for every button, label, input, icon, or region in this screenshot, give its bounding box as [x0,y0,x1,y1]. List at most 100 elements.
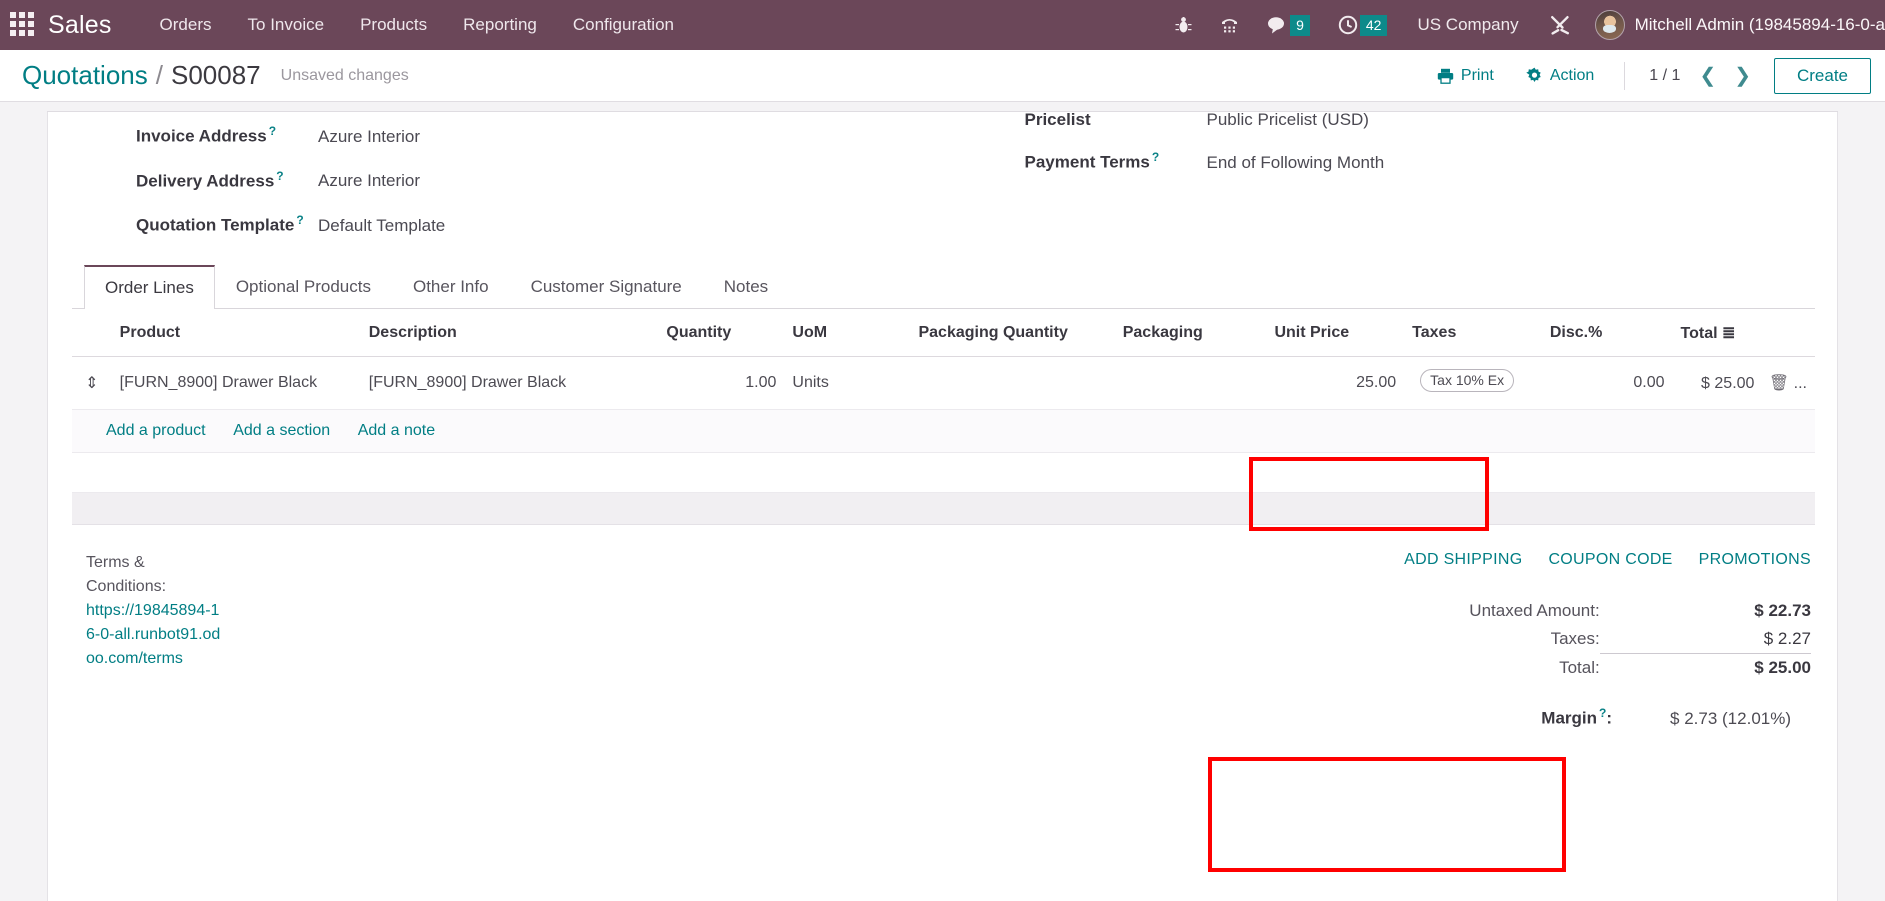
bug-icon[interactable] [1161,16,1206,35]
lines-empty-band [72,452,1815,493]
menu-orders[interactable]: Orders [142,15,230,35]
col-packaging-quantity[interactable]: Packaging Quantity [910,308,1115,357]
cell-taxes[interactable]: Tax 10% Ex [1404,356,1542,410]
promotions-button[interactable]: PROMOTIONS [1699,551,1811,569]
navbar-systray: 9 42 US Company Mitchell Admin (19845894… [1161,0,1885,50]
column-options-icon[interactable]: ≣ [1722,325,1735,342]
field-value-payment-terms[interactable]: End of Following Month [1207,153,1385,173]
totals-row-total: Total: $ 25.00 [1255,652,1811,682]
menu-reporting[interactable]: Reporting [445,15,555,35]
cell-quantity[interactable]: 1.00 [658,356,785,410]
field-value-pricelist[interactable]: Public Pricelist (USD) [1207,110,1369,130]
cell-unit-price[interactable]: 25.00 [1266,356,1405,410]
user-menu[interactable]: Mitchell Admin (19845894-16-0-a [1625,15,1885,35]
terms-url-link[interactable]: https://19845894-16-0-all.runbot91.odoo.… [86,599,222,671]
add-a-section-link[interactable]: Add a section [233,422,330,439]
sheet-top-edge [47,111,1838,112]
cell-uom[interactable]: Units [784,356,911,410]
pager-value: 1 / 1 [1649,66,1681,84]
trash-icon[interactable]: 🗑 [1769,375,1789,392]
form-scroll-area[interactable]: Invoice Address? Azure Interior Delivery… [0,102,1885,901]
col-discount[interactable]: Disc.% [1541,308,1673,357]
form-column-left: Invoice Address? Azure Interior Delivery… [48,124,943,258]
cell-packaging[interactable] [1114,356,1267,410]
taxes-label: Taxes: [1550,629,1600,649]
help-icon[interactable]: ? [296,213,303,227]
apps-grid-icon[interactable] [10,12,36,38]
totals-section: ADD SHIPPING COUPON CODE PROMOTIONS Unta… [1255,551,1815,729]
drag-handle-icon[interactable]: ⇕ [72,356,112,410]
add-a-note-link[interactable]: Add a note [358,422,435,439]
cell-packaging-quantity[interactable] [910,356,1115,410]
col-packaging[interactable]: Packaging [1114,308,1267,357]
menu-to-invoice[interactable]: To Invoice [230,15,343,35]
cell-total-value: $ 25.00 [1701,374,1755,392]
print-button[interactable]: Print [1421,67,1510,85]
table-row[interactable]: ⇕ [FURN_8900] Drawer Black [FURN_8900] D… [72,356,1815,410]
phone-dialpad-icon[interactable] [1206,16,1253,35]
add-line-cell: Add a product Add a section Add a note [72,409,1815,453]
tab-customer-signature[interactable]: Customer Signature [510,265,703,309]
action-label: Action [1549,66,1595,84]
help-icon[interactable]: ? [269,124,276,138]
avatar[interactable] [1594,10,1625,40]
chevron-left-icon[interactable]: ❮ [1690,66,1725,86]
unsaved-changes-status: Unsaved changes [280,66,409,84]
app-brand-sales[interactable]: Sales [48,11,112,40]
menu-products[interactable]: Products [342,15,445,35]
col-unit-price[interactable]: Unit Price [1266,308,1405,357]
lines-footer-band [72,492,1815,525]
field-invoice-address[interactable]: Invoice Address? Azure Interior [136,124,943,147]
control-panel: Quotations / S00087 Unsaved changes Prin… [0,50,1885,102]
col-quantity[interactable]: Quantity [658,308,785,357]
gear-icon [1526,67,1541,82]
notebook: Order Lines Optional Products Other Info… [48,264,1837,525]
tax-badge[interactable]: Tax 10% Ex [1420,368,1515,392]
help-icon[interactable]: ? [276,169,283,183]
field-value-invoice-address[interactable]: Azure Interior [318,127,420,147]
taxes-value: $ 2.27 [1763,628,1811,648]
coupon-code-button[interactable]: COUPON CODE [1548,551,1672,569]
help-icon[interactable]: ? [1152,150,1159,164]
add-a-product-link[interactable]: Add a product [106,422,206,439]
breadcrumb-quotations[interactable]: Quotations [22,60,148,91]
field-value-delivery-address[interactable]: Azure Interior [318,171,420,191]
control-panel-actions: Print Action 1 / 1 ❮ ❯ Create [1421,57,1871,94]
field-payment-terms[interactable]: Payment Terms? End of Following Month [1025,150,1838,173]
add-line-row: Add a product Add a section Add a note [72,409,1815,453]
add-shipping-button[interactable]: ADD SHIPPING [1404,551,1522,569]
chevron-right-icon[interactable]: ❯ [1725,66,1760,86]
col-product[interactable]: Product [111,308,361,357]
terms-and-conditions: Terms & Conditions: https://19845894-16-… [72,551,222,729]
activities-counter[interactable]: 42 [1324,14,1402,36]
messages-counter[interactable]: 9 [1253,14,1324,36]
col-handle [72,308,112,357]
field-delivery-address[interactable]: Delivery Address? Azure Interior [136,169,943,192]
col-total[interactable]: Total ≣ [1672,308,1815,357]
cell-discount[interactable]: 0.00 [1541,356,1673,410]
order-lines-body: ⇕ [FURN_8900] Drawer Black [FURN_8900] D… [72,356,1815,453]
margin-label: Margin?: [1541,705,1613,728]
create-button[interactable]: Create [1773,57,1871,94]
field-quotation-template[interactable]: Quotation Template? Default Template [136,213,943,236]
field-value-quotation-template[interactable]: Default Template [318,216,445,236]
total-value: $ 25.00 [1599,652,1811,682]
breadcrumb-current-record: S00087 [170,60,261,90]
company-switcher[interactable]: US Company [1401,15,1534,35]
cell-description[interactable]: [FURN_8900] Drawer Black [360,356,659,410]
tab-order-lines[interactable]: Order Lines [84,264,215,309]
record-sheet: Invoice Address? Azure Interior Delivery… [47,102,1838,901]
breadcrumb-separator: / [155,60,163,90]
cell-product[interactable]: [FURN_8900] Drawer Black [111,356,361,410]
tab-other-info[interactable]: Other Info [392,265,510,309]
col-description[interactable]: Description [360,308,659,357]
menu-configuration[interactable]: Configuration [555,15,692,35]
field-pricelist[interactable]: Pricelist Public Pricelist (USD) [1025,110,1838,130]
tab-optional-products[interactable]: Optional Products [215,265,392,309]
tab-notes[interactable]: Notes [703,265,789,309]
col-taxes[interactable]: Taxes [1404,308,1542,357]
action-button[interactable]: Action [1510,67,1610,85]
wrench-screwdriver-icon[interactable] [1535,14,1585,36]
untaxed-amount-label: Untaxed Amount: [1469,600,1600,620]
col-uom[interactable]: UoM [784,308,911,357]
